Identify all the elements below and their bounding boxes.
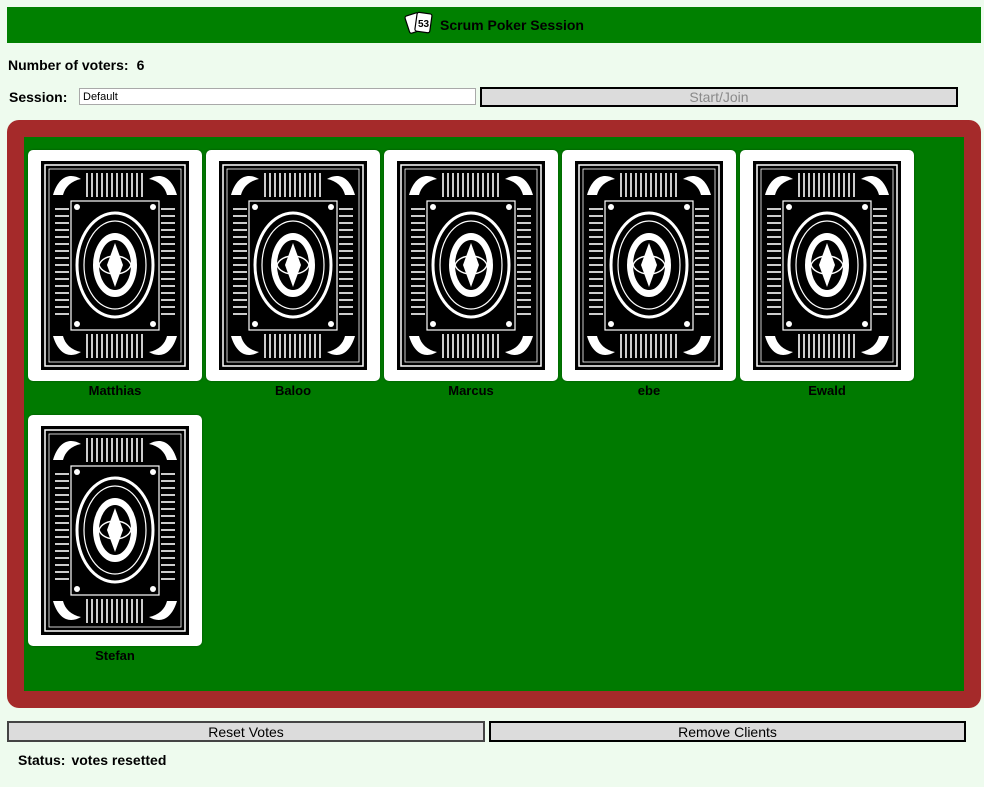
player-name: Baloo <box>274 383 312 398</box>
player-card[interactable]: Baloo <box>206 150 380 398</box>
card-back[interactable] <box>28 415 202 646</box>
app-header: 53 Scrum Poker Session <box>7 7 981 43</box>
playing-cards-icon: 53 <box>404 11 433 34</box>
card-back-pattern <box>753 161 901 370</box>
start-join-button[interactable]: Start/Join <box>480 87 958 107</box>
card-back[interactable] <box>562 150 736 381</box>
player-card[interactable]: Stefan <box>28 415 202 663</box>
voter-count-value: 6 <box>136 57 145 73</box>
player-name: ebe <box>637 383 661 398</box>
card-back[interactable] <box>206 150 380 381</box>
card-back-pattern <box>397 161 545 370</box>
card-back-pattern <box>219 161 367 370</box>
player-card[interactable]: ebe <box>562 150 736 398</box>
status-value: votes resetted <box>71 752 167 768</box>
session-input[interactable] <box>79 88 476 105</box>
player-name: Matthias <box>88 383 142 398</box>
player-card[interactable]: Marcus <box>384 150 558 398</box>
player-card[interactable]: Matthias <box>28 150 202 398</box>
card-back[interactable] <box>28 150 202 381</box>
voter-count: Number of voters: 6 <box>8 57 144 73</box>
card-back-pattern <box>41 161 189 370</box>
remove-clients-button[interactable]: Remove Clients <box>489 721 966 742</box>
status-label: Status: <box>18 752 66 768</box>
status-bar: Status: votes resetted <box>18 752 166 768</box>
page-title: Scrum Poker Session <box>440 17 584 33</box>
svg-text:53: 53 <box>418 19 430 30</box>
player-name: Marcus <box>448 383 494 398</box>
reset-votes-button[interactable]: Reset Votes <box>7 721 485 742</box>
card-back[interactable] <box>740 150 914 381</box>
card-back-pattern <box>575 161 723 370</box>
card-back-pattern <box>41 426 189 635</box>
session-label: Session: <box>9 89 68 105</box>
card-back[interactable] <box>384 150 558 381</box>
player-name: Stefan <box>95 648 135 663</box>
player-card[interactable]: Ewald <box>740 150 914 398</box>
voter-count-label: Number of voters: <box>8 57 129 73</box>
player-name: Ewald <box>808 383 846 398</box>
poker-table: Matthias Baloo Marcus ebe Ewald Stefan <box>7 120 981 708</box>
